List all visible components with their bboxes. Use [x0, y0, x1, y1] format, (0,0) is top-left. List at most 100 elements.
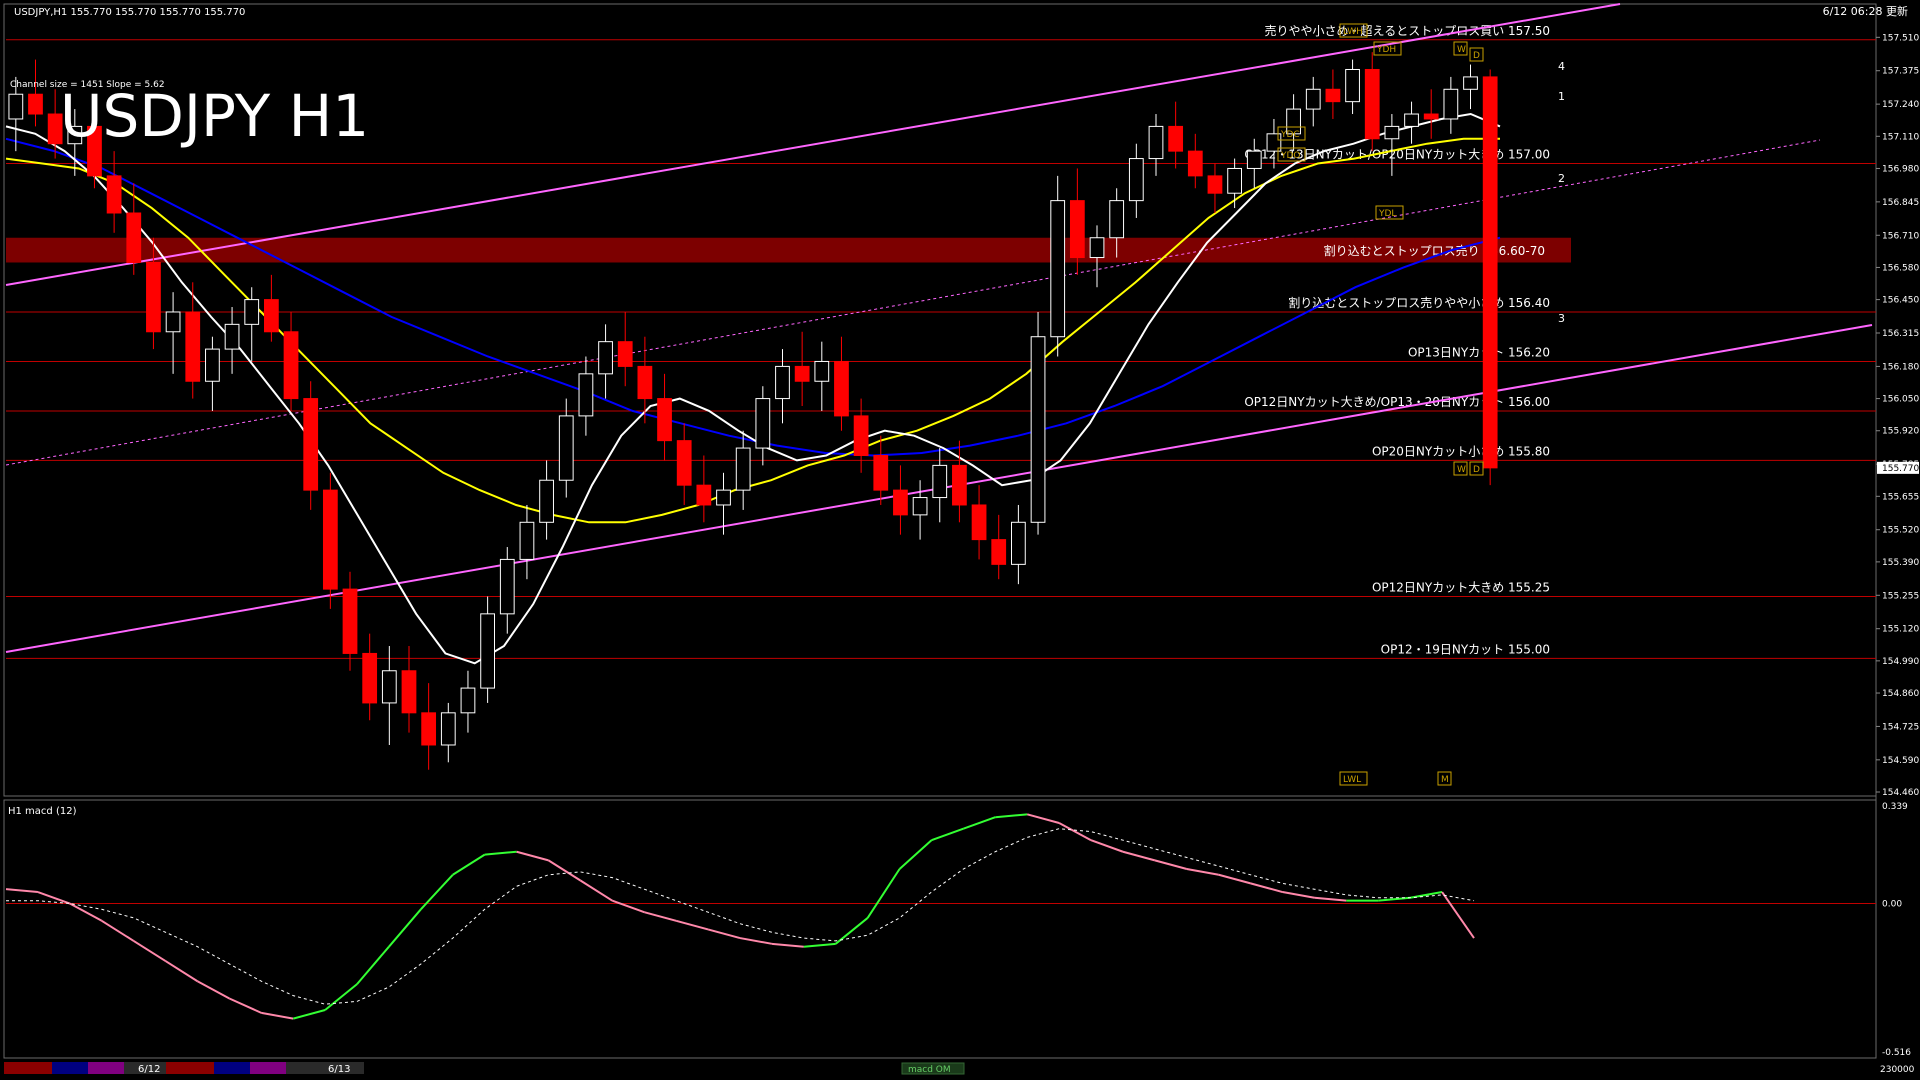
candle-body: [912, 497, 928, 516]
candle-body: [146, 261, 161, 333]
candle-body: [126, 212, 142, 263]
level-label: OP13日NYカット 156.20: [1408, 345, 1550, 359]
price-tick-label: 157.510: [1882, 33, 1919, 43]
box-tag: D: [1473, 51, 1480, 61]
box-tag: YDH: [1376, 45, 1396, 55]
candle-body: [519, 521, 535, 560]
candle-body: [558, 415, 574, 481]
date-label-1: 6/12: [138, 1064, 160, 1075]
candle-body: [1384, 125, 1400, 140]
candle-body: [952, 464, 967, 506]
candle-body: [991, 539, 1007, 565]
candle-body: [1364, 68, 1380, 140]
candle-body: [1148, 125, 1164, 160]
candle-body: [421, 712, 437, 746]
wave-label: 2: [1558, 172, 1565, 185]
candle-body: [676, 440, 692, 486]
level-label: OP12日NYカット大きめ/OP13・20日NYカット 156.00: [1244, 395, 1550, 409]
level-label: 売りやや小さめ・超えるとストップロス買い 157.50: [1265, 23, 1550, 38]
candle-body: [814, 360, 830, 382]
candle-body: [264, 299, 279, 333]
candle-body: [185, 311, 201, 382]
candle-body: [1011, 521, 1026, 565]
volume-label: 230000: [1880, 1065, 1915, 1075]
candle-body: [401, 670, 417, 714]
candle-body: [440, 712, 456, 746]
candle-body: [637, 365, 653, 400]
candle-body: [362, 652, 378, 704]
box-tag: YDC: [1280, 130, 1300, 140]
macd-tick-label: 0.339: [1882, 802, 1908, 812]
candle-body: [834, 360, 849, 417]
candle-body: [1246, 150, 1262, 169]
candle-body: [1109, 200, 1125, 239]
candle-body: [1069, 200, 1085, 259]
candle-body: [1463, 76, 1478, 90]
price-tick-label: 155.120: [1882, 625, 1919, 635]
candle-body: [932, 464, 948, 499]
candle-body: [735, 447, 751, 491]
candle-body: [657, 398, 672, 442]
candle-body: [1345, 68, 1360, 103]
candle-body: [1187, 150, 1203, 177]
candle-body: [205, 348, 220, 382]
candle-body: [165, 311, 181, 333]
price-tick-label: 157.240: [1882, 100, 1919, 110]
candle-body: [1305, 88, 1321, 110]
price-tick-label: 156.710: [1882, 231, 1919, 241]
price-tick-label: 156.980: [1882, 164, 1919, 174]
symbol-info: USDJPY,H1 155.770 155.770 155.770 155.77…: [14, 7, 245, 18]
candle-body: [381, 670, 397, 704]
level-label: OP20日NYカット小さめ 155.80: [1372, 444, 1550, 458]
box-tag: YDL: [1378, 209, 1396, 219]
candle-body: [578, 373, 594, 417]
candle-body: [1227, 167, 1242, 194]
candle-body: [1128, 158, 1144, 202]
price-tick-label: 155.390: [1882, 558, 1919, 568]
candle-body: [1266, 133, 1282, 152]
price-tick-label: 154.725: [1882, 722, 1919, 732]
candle-body: [617, 341, 633, 367]
candle-body: [794, 365, 810, 382]
channel-info: Channel size = 1451 Slope = 5.62: [10, 80, 165, 90]
candle-body: [28, 93, 43, 115]
price-tick-label: 156.580: [1882, 263, 1919, 273]
candle-body: [971, 504, 987, 541]
candle-body: [1207, 175, 1223, 194]
price-tick-label: 156.180: [1882, 362, 1919, 372]
current-price-label: 155.770: [1882, 464, 1919, 474]
box-tag: YDO: [1280, 151, 1301, 161]
box-tag: W: [1457, 465, 1466, 475]
price-tick-label: 156.315: [1882, 329, 1919, 339]
macd-tick-label: 0.00: [1882, 900, 1902, 910]
box-tag: LWL: [1343, 775, 1361, 785]
price-tick-label: 157.375: [1882, 67, 1919, 77]
price-tick-label: 157.110: [1882, 132, 1919, 142]
chart-frame: 割り込むとストップロス売り 156.60-70 売りやや小さめ・超えるとストップ…: [0, 0, 1920, 1080]
indicator-tag: macd OM: [908, 1065, 951, 1075]
price-tick-label: 154.460: [1882, 788, 1919, 798]
candle-body: [1168, 125, 1184, 152]
candle-body: [1404, 113, 1419, 127]
candle-body: [106, 175, 122, 214]
candle-body: [499, 558, 515, 615]
candle-body: [303, 398, 319, 491]
price-tick-label: 155.520: [1882, 526, 1919, 536]
candle-body: [1482, 76, 1498, 469]
price-tick-label: 155.255: [1882, 591, 1919, 601]
candle-body: [322, 489, 338, 590]
candle-body: [598, 341, 613, 375]
candle-body: [1443, 88, 1459, 120]
candle-body: [1325, 88, 1341, 103]
candle-body: [283, 331, 299, 400]
box-tag: D: [1473, 465, 1480, 475]
candle-body: [755, 398, 771, 449]
candle-body: [460, 687, 476, 714]
price-tick-label: 156.050: [1882, 395, 1919, 405]
candle-body: [1423, 113, 1439, 120]
box-tag: W: [1457, 45, 1466, 55]
macd-title: H1 macd (12): [8, 806, 77, 817]
candle-body: [244, 299, 260, 325]
macd-tick-label: -0.516: [1882, 1048, 1911, 1058]
candle-body: [853, 415, 869, 456]
